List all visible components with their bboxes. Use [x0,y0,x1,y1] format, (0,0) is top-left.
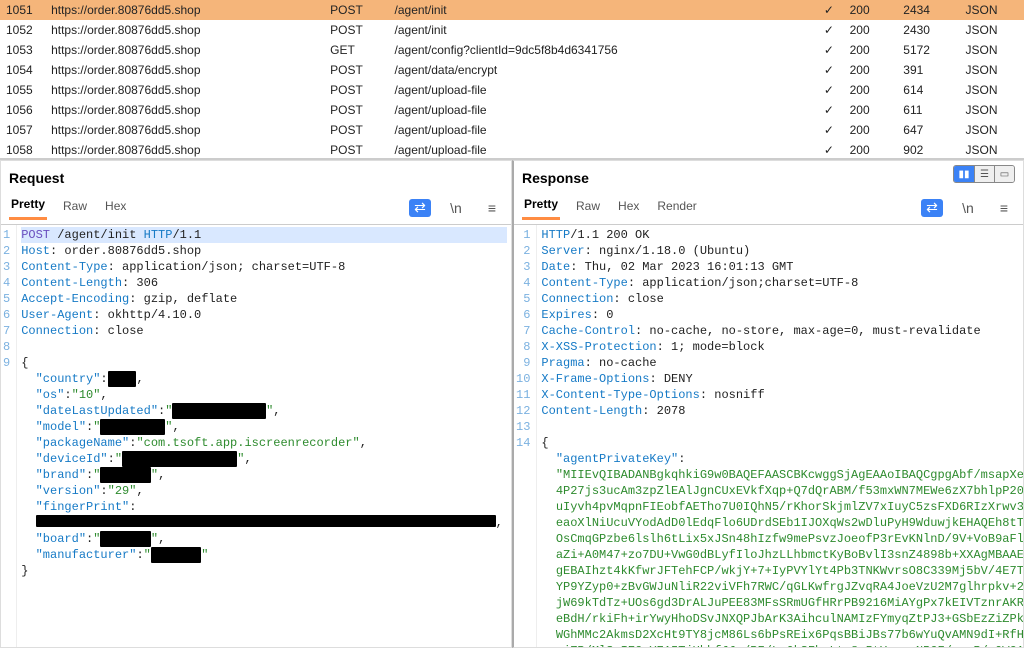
table-row[interactable]: 1052https://order.80876dd5.shopPOST/agen… [0,20,1024,40]
http-history-table[interactable]: 1051https://order.80876dd5.shopPOST/agen… [0,0,1024,160]
tab-hex[interactable]: Hex [103,197,128,219]
tab-render[interactable]: Render [655,197,698,219]
response-editor[interactable]: 1234567891011121314 HTTP/1.1 200 OK Serv… [514,225,1023,647]
table-row[interactable]: 1058https://order.80876dd5.shopPOST/agen… [0,140,1024,160]
wrap-icon[interactable]: ⇄ [409,199,431,217]
table-row[interactable]: 1051https://order.80876dd5.shopPOST/agen… [0,0,1024,20]
tab-pretty[interactable]: Pretty [9,195,47,220]
tab-raw[interactable]: Raw [61,197,89,219]
menu-icon[interactable]: ≡ [481,199,503,217]
request-editor[interactable]: 123456789 POST /agent/init HTTP/1.1 Host… [1,225,511,647]
newline-icon[interactable]: \n [445,199,467,217]
response-title: Response [514,161,1023,191]
table-row[interactable]: 1054https://order.80876dd5.shopPOST/agen… [0,60,1024,80]
request-title: Request [1,161,511,191]
request-pane: Request Pretty Raw Hex ⇄ \n ≡ 123456789 … [0,160,512,648]
wrap-icon[interactable]: ⇄ [921,199,943,217]
table-row[interactable]: 1057https://order.80876dd5.shopPOST/agen… [0,120,1024,140]
response-pane: ▮▮ ☰ ▭ Response Pretty Raw Hex Render ⇄ … [512,160,1024,648]
newline-icon[interactable]: \n [957,199,979,217]
table-row[interactable]: 1055https://order.80876dd5.shopPOST/agen… [0,80,1024,100]
table-row[interactable]: 1053https://order.80876dd5.shopGET/agent… [0,40,1024,60]
menu-icon[interactable]: ≡ [993,199,1015,217]
tab-pretty[interactable]: Pretty [522,195,560,220]
tab-raw[interactable]: Raw [574,197,602,219]
tab-hex[interactable]: Hex [616,197,641,219]
table-row[interactable]: 1056https://order.80876dd5.shopPOST/agen… [0,100,1024,120]
